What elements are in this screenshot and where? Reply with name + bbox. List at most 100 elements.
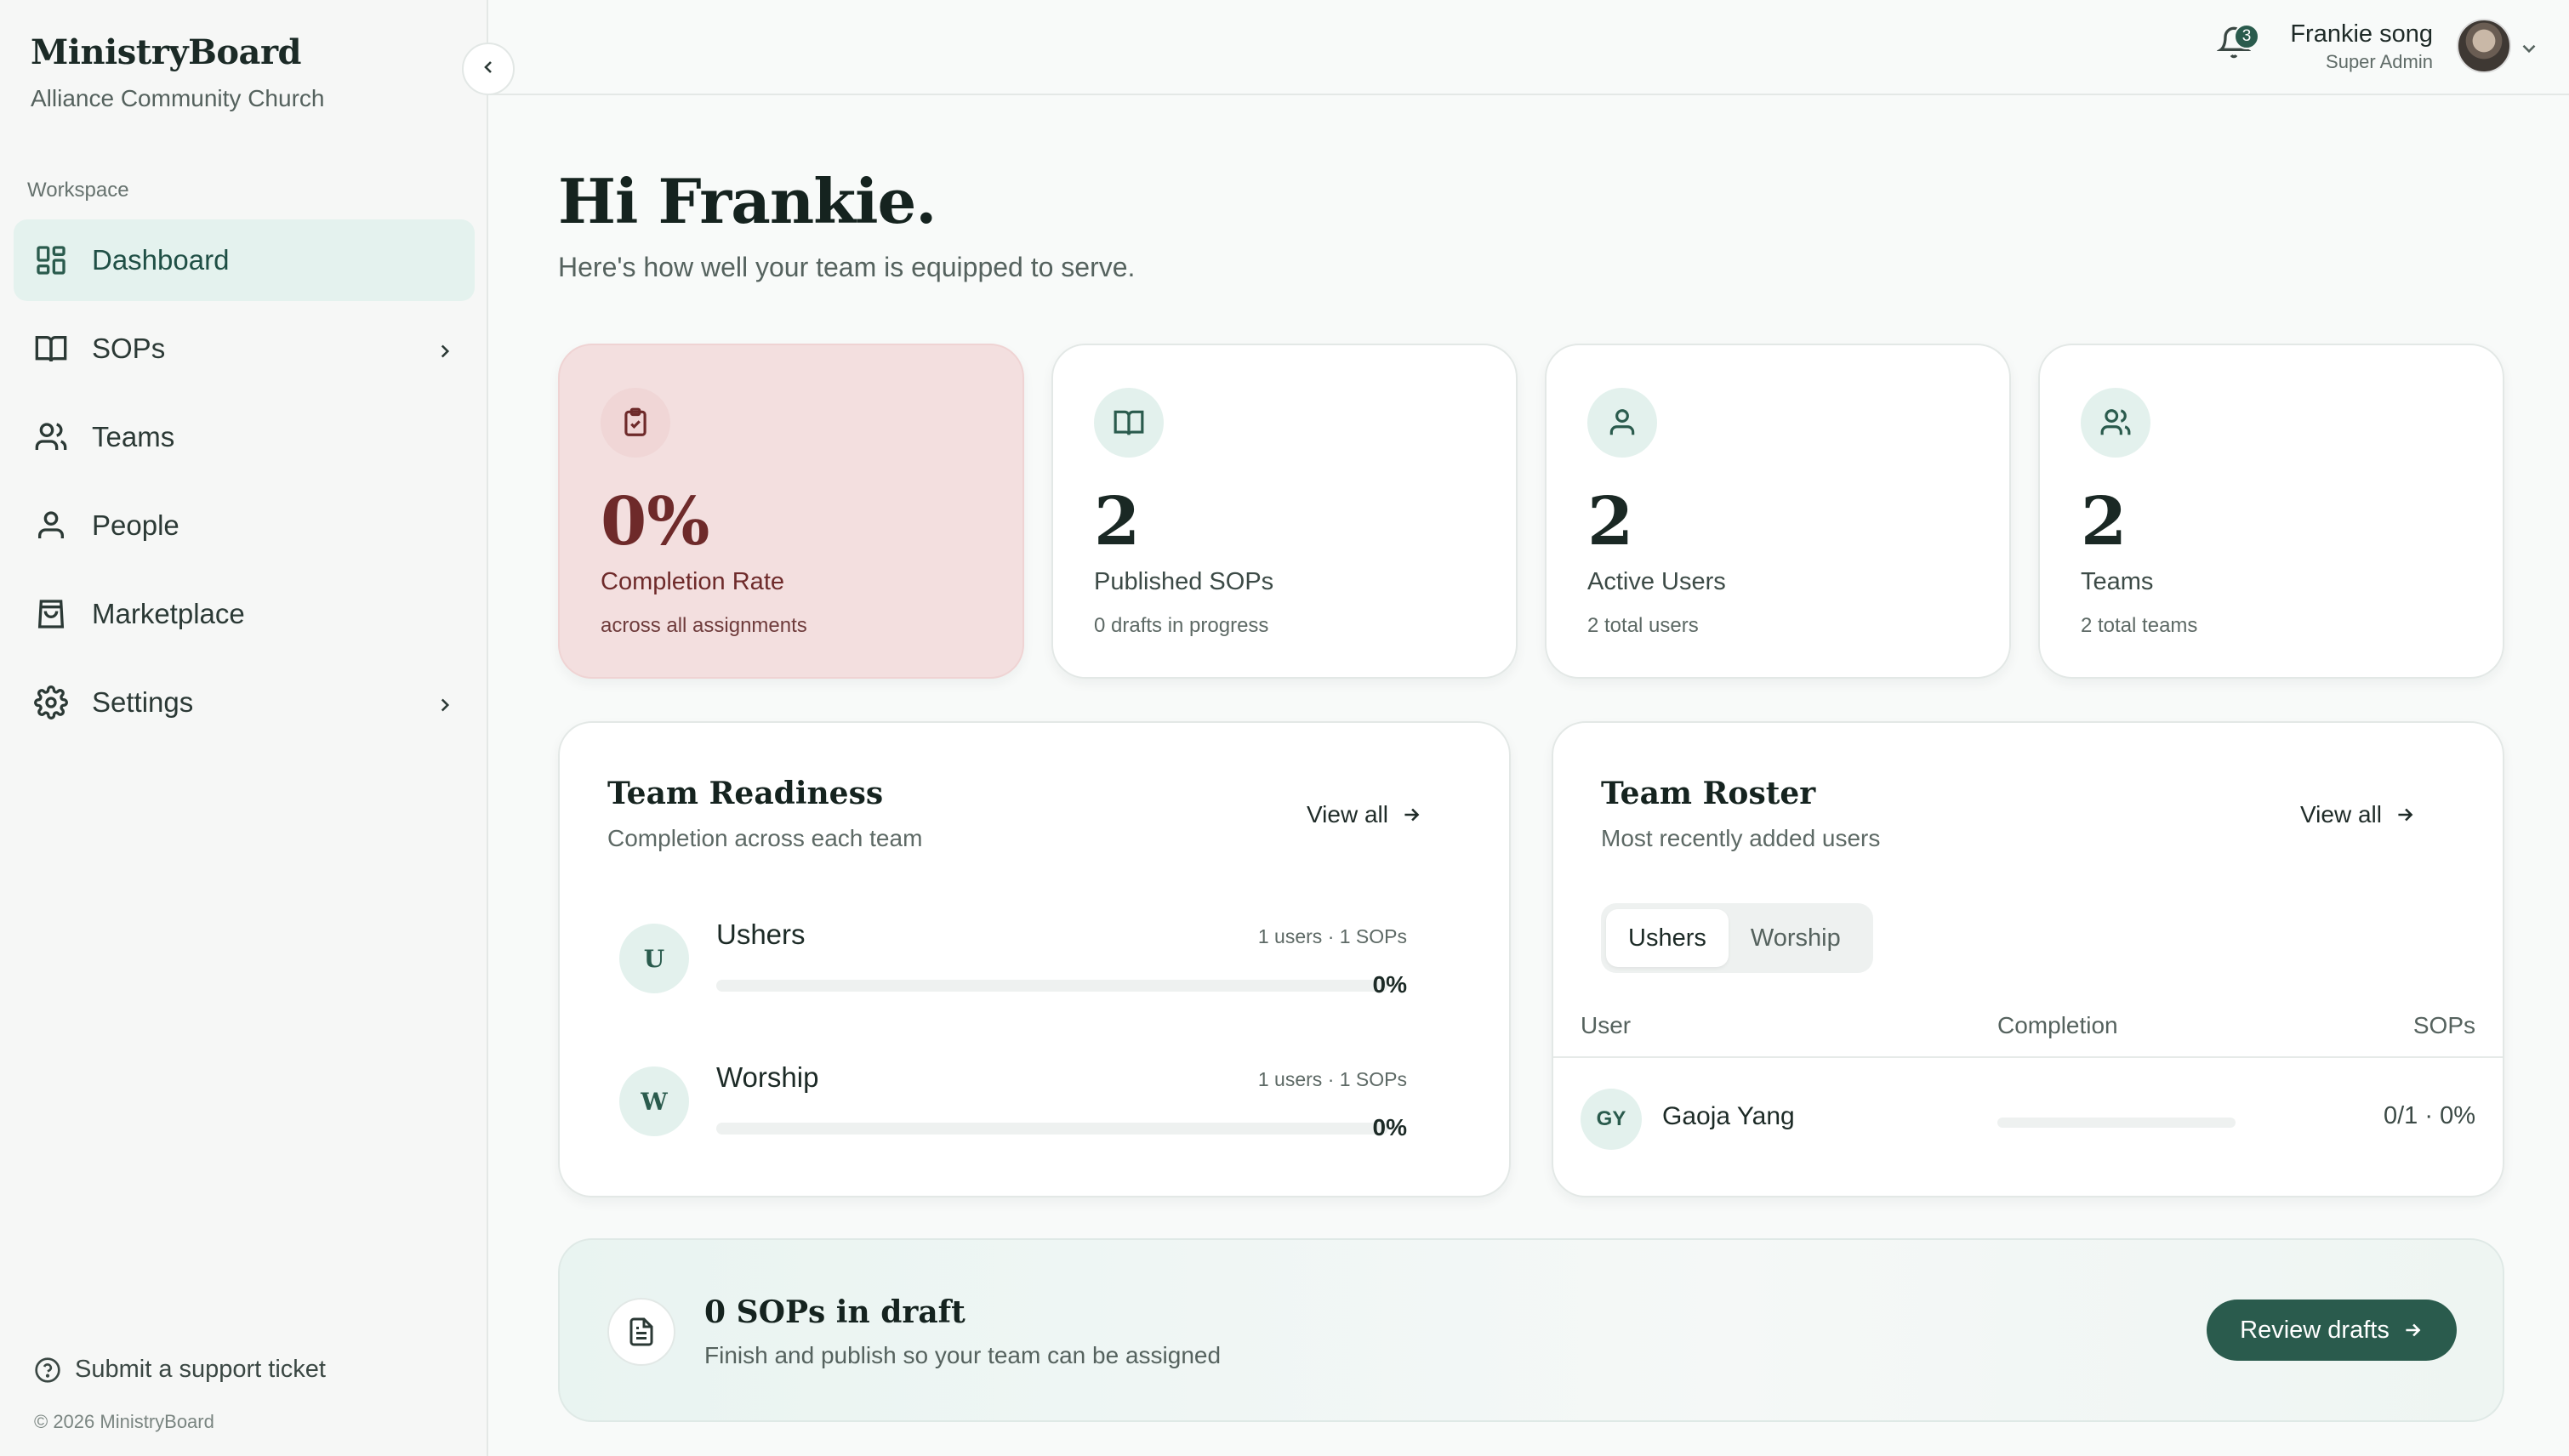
roster-table-header: User Completion SOPs (1553, 1004, 2503, 1058)
sidebar-item-label: Dashboard (92, 244, 230, 276)
team-readiness-panel: Team Readiness Completion across each te… (558, 721, 1511, 1197)
users-icon (2081, 388, 2150, 458)
column-header-user: User (1581, 1012, 1632, 1038)
tab-ushers[interactable]: Ushers (1606, 909, 1729, 967)
sidebar-item-marketplace[interactable]: Marketplace (14, 573, 475, 655)
stat-label: Active Users (1587, 568, 1726, 595)
stat-value: 2 (1587, 483, 1634, 560)
table-row[interactable]: GY Gaoja Yang 0/1 · 0% (1553, 1058, 2503, 1174)
notification-count-badge: 3 (2234, 24, 2259, 49)
stat-card-completion-rate: 0% Completion Rate across all assignment… (558, 344, 1024, 679)
stat-subtext: 2 total users (1587, 614, 1699, 637)
shopping-bag-icon (32, 595, 70, 633)
sidebar-item-label: SOPs (92, 333, 166, 364)
stat-value: 2 (1094, 483, 1141, 560)
file-text-icon (607, 1298, 675, 1366)
panel-subtitle: Completion across each team (607, 825, 923, 851)
roster-team-tabs: Ushers Worship (1601, 903, 1873, 973)
sidebar-item-label: Settings (92, 686, 194, 718)
drafts-subtitle: Finish and publish so your team can be a… (704, 1342, 1222, 1368)
panel-title: Team Roster (1601, 776, 1816, 811)
user-name-cell: Gaoja Yang (1662, 1102, 1795, 1130)
team-meta: 1 users · 1 SOPs (1257, 925, 1407, 947)
user-role: Super Admin (2326, 51, 2433, 72)
team-percent: 0% (1372, 1114, 1407, 1140)
support-ticket-link[interactable]: Submit a support ticket (34, 1356, 326, 1384)
book-icon (32, 330, 70, 367)
stat-subtext: 0 drafts in progress (1094, 614, 1269, 637)
team-initial-badge: W (619, 1066, 689, 1136)
column-header-completion: Completion (1997, 1012, 2118, 1038)
clipboard-check-icon (601, 388, 670, 458)
arrow-right-icon (2401, 1319, 2424, 1341)
user-name[interactable]: Frankie song (2290, 20, 2433, 48)
chevron-left-icon (478, 57, 498, 82)
sidebar-item-settings[interactable]: Settings (14, 662, 475, 743)
stat-value: 0% (601, 483, 710, 560)
tab-worship[interactable]: Worship (1729, 909, 1863, 967)
view-all-link[interactable]: View all (1307, 801, 1422, 828)
brand-name: MinistryBoard (31, 32, 302, 72)
stat-card-active-users: 2 Active Users 2 total users (1545, 344, 2011, 679)
sidebar-item-sops[interactable]: SOPs (14, 308, 475, 390)
collapse-sidebar-button[interactable] (462, 43, 515, 95)
completion-progress-bar (1997, 1118, 2236, 1128)
sidebar-item-people[interactable]: People (14, 485, 475, 566)
sidebar: MinistryBoard Alliance Community Church … (0, 0, 488, 1456)
copyright-text: © 2026 MinistryBoard (34, 1411, 214, 1432)
team-initial-badge: U (619, 924, 689, 993)
gear-icon (32, 684, 70, 721)
sidebar-item-label: Teams (92, 421, 175, 452)
team-row[interactable]: W Worship 1 users · 1 SOPs 0% (619, 1049, 1444, 1152)
sidebar-item-dashboard[interactable]: Dashboard (14, 219, 475, 301)
workspace-section-label: Workspace (27, 179, 129, 202)
arrow-right-icon (1400, 804, 1422, 826)
avatar[interactable] (2457, 19, 2511, 73)
page-subtitle: Here's how well your team is equipped to… (558, 252, 1136, 282)
team-percent: 0% (1372, 971, 1407, 998)
view-all-label: View all (2300, 801, 2382, 828)
team-name: Ushers (716, 919, 806, 950)
chevron-right-icon (434, 691, 456, 723)
panel-subtitle: Most recently added users (1601, 825, 1881, 851)
stat-label: Completion Rate (601, 568, 784, 595)
review-drafts-label: Review drafts (2240, 1316, 2390, 1344)
sops-cell: 0/1 · 0% (2384, 1102, 2475, 1129)
stat-subtext: across all assignments (601, 614, 807, 637)
stat-card-teams: 2 Teams 2 total teams (2038, 344, 2504, 679)
stat-card-published-sops: 2 Published SOPs 0 drafts in progress (1051, 344, 1518, 679)
sidebar-item-label: People (92, 509, 179, 541)
support-ticket-label: Submit a support ticket (75, 1356, 326, 1383)
review-drafts-button[interactable]: Review drafts (2207, 1300, 2457, 1361)
column-header-sops: SOPs (2412, 1012, 2475, 1038)
book-icon (1094, 388, 1164, 458)
arrow-right-icon (2394, 804, 2416, 826)
organization-name: Alliance Community Church (31, 85, 325, 111)
help-circle-icon (34, 1356, 61, 1384)
sidebar-item-teams[interactable]: Teams (14, 396, 475, 478)
panel-title: Team Readiness (607, 776, 884, 811)
team-row[interactable]: U Ushers 1 users · 1 SOPs 0% (619, 907, 1444, 1009)
stat-label: Teams (2081, 568, 2154, 595)
user-initials-badge: GY (1581, 1089, 1642, 1150)
page-title: Hi Frankie. (558, 165, 937, 237)
view-all-link[interactable]: View all (2300, 801, 2416, 828)
drafts-banner: 0 SOPs in draft Finish and publish so yo… (558, 1238, 2504, 1422)
chevron-right-icon (434, 337, 456, 369)
users-icon (32, 418, 70, 456)
stat-subtext: 2 total teams (2081, 614, 2198, 637)
user-icon (32, 507, 70, 544)
team-roster-panel: Team Roster Most recently added users Vi… (1552, 721, 2504, 1197)
team-progress-bar (716, 1123, 1388, 1135)
user-icon (1587, 388, 1657, 458)
team-progress-bar (716, 980, 1388, 992)
view-all-label: View all (1307, 801, 1388, 828)
sidebar-item-label: Marketplace (92, 598, 245, 629)
stat-label: Published SOPs (1094, 568, 1274, 595)
sidebar-nav: Dashboard SOPs Teams People Marketplace … (14, 219, 475, 750)
dashboard-grid-icon (32, 242, 70, 279)
team-meta: 1 users · 1 SOPs (1257, 1068, 1407, 1090)
chevron-down-icon[interactable] (2518, 37, 2540, 64)
team-name: Worship (716, 1061, 819, 1093)
top-bar: 3 Frankie song Super Admin (490, 0, 2569, 95)
